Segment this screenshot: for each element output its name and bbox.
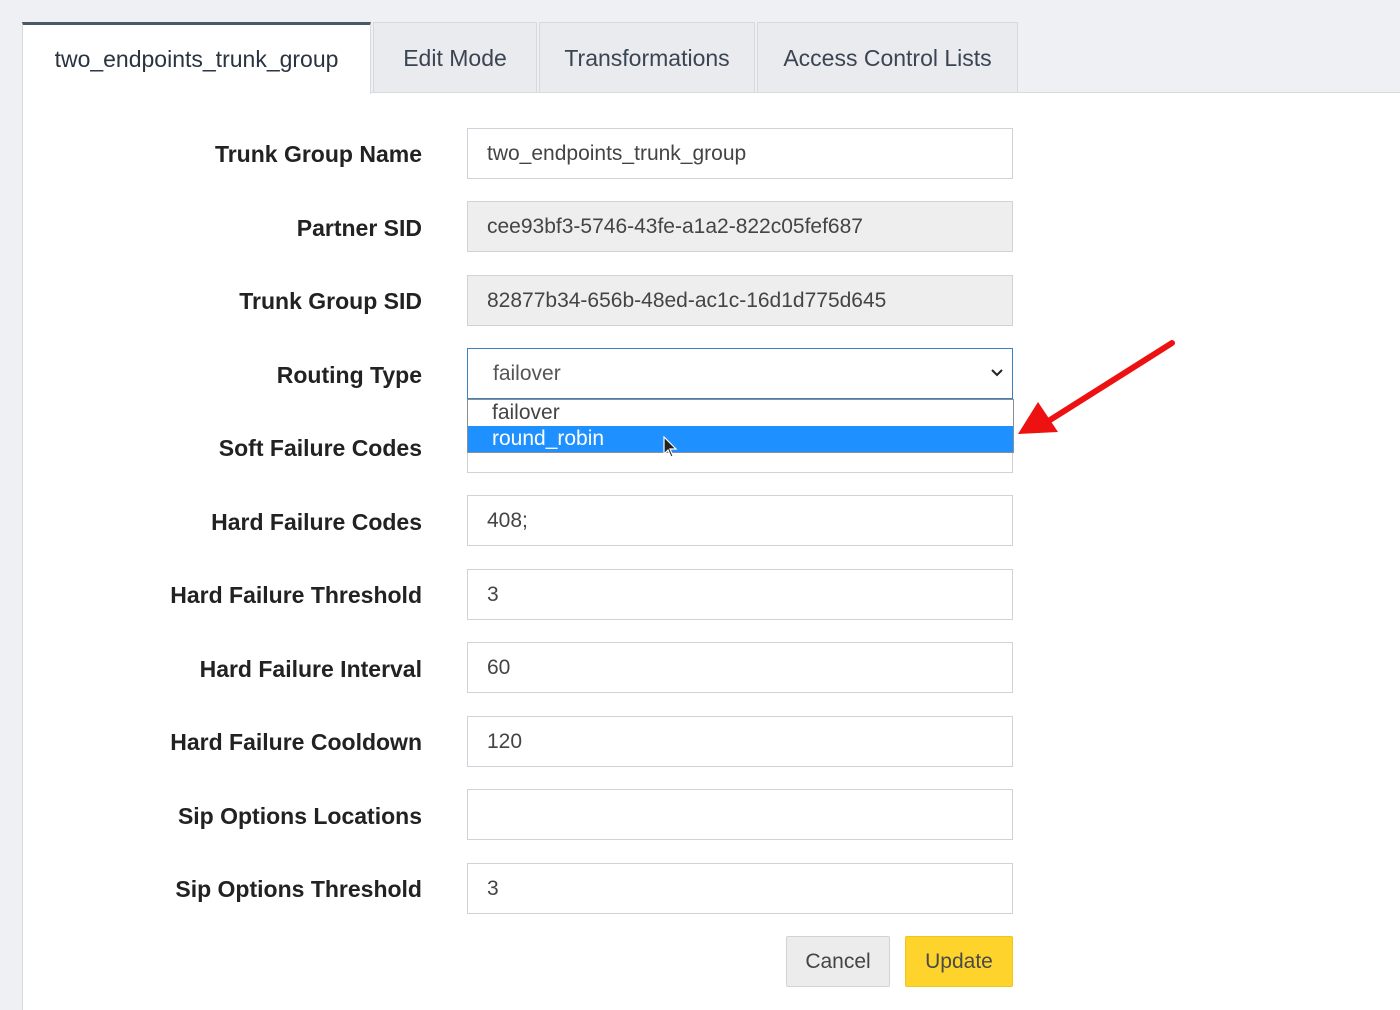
tab-access-control-lists[interactable]: Access Control Lists xyxy=(757,22,1018,93)
routing-type-label: Routing Type xyxy=(276,362,422,388)
trunk-group-name-input[interactable]: two_endpoints_trunk_group xyxy=(467,128,1013,179)
hard-failure-cooldown-label: Hard Failure Cooldown xyxy=(170,729,422,755)
tab-trunk-group[interactable]: two_endpoints_trunk_group xyxy=(22,22,371,94)
routing-type-select[interactable]: failover xyxy=(467,348,1013,399)
red-arrow-icon xyxy=(1018,340,1175,434)
partner-sid-label: Partner SID xyxy=(296,215,422,241)
trunk-group-name-label: Trunk Group Name xyxy=(214,141,422,167)
hard-failure-threshold-input[interactable]: 3 xyxy=(467,569,1013,620)
partner-sid-input: cee93bf3-5746-43fe-a1a2-822c05fef687 xyxy=(467,201,1013,252)
trunk-group-sid-label: Trunk Group SID xyxy=(239,288,422,314)
cancel-button[interactable]: Cancel xyxy=(786,936,890,987)
sip-options-threshold-input[interactable]: 3 xyxy=(467,863,1013,914)
hard-failure-threshold-label: Hard Failure Threshold xyxy=(170,582,422,608)
update-button[interactable]: Update xyxy=(905,936,1013,987)
mouse-pointer-icon xyxy=(663,436,678,458)
routing-type-selected-value: failover xyxy=(493,361,561,385)
sip-options-threshold-label: Sip Options Threshold xyxy=(175,876,422,902)
hard-failure-codes-label: Hard Failure Codes xyxy=(211,509,422,535)
sip-options-locations-label: Sip Options Locations xyxy=(177,803,422,829)
hard-failure-interval-input[interactable]: 60 xyxy=(467,642,1013,693)
routing-option-round-robin[interactable]: round_robin xyxy=(468,426,1013,452)
soft-failure-codes-label: Soft Failure Codes xyxy=(218,435,422,461)
hard-failure-interval-label: Hard Failure Interval xyxy=(199,656,422,682)
hard-failure-codes-input[interactable]: 408; xyxy=(467,495,1013,546)
chevron-down-icon xyxy=(991,369,1003,377)
routing-type-dropdown: failover round_robin xyxy=(467,399,1014,453)
tab-bar: two_endpoints_trunk_group Edit Mode Tran… xyxy=(22,22,1020,94)
trunk-group-sid-input: 82877b34-656b-48ed-ac1c-16d1d775d645 xyxy=(467,275,1013,326)
tab-edit-mode[interactable]: Edit Mode xyxy=(373,22,537,93)
tab-transformations[interactable]: Transformations xyxy=(539,22,755,93)
hard-failure-cooldown-input[interactable]: 120 xyxy=(467,716,1013,767)
routing-option-failover[interactable]: failover xyxy=(468,400,1013,426)
sip-options-locations-input[interactable] xyxy=(467,789,1013,840)
